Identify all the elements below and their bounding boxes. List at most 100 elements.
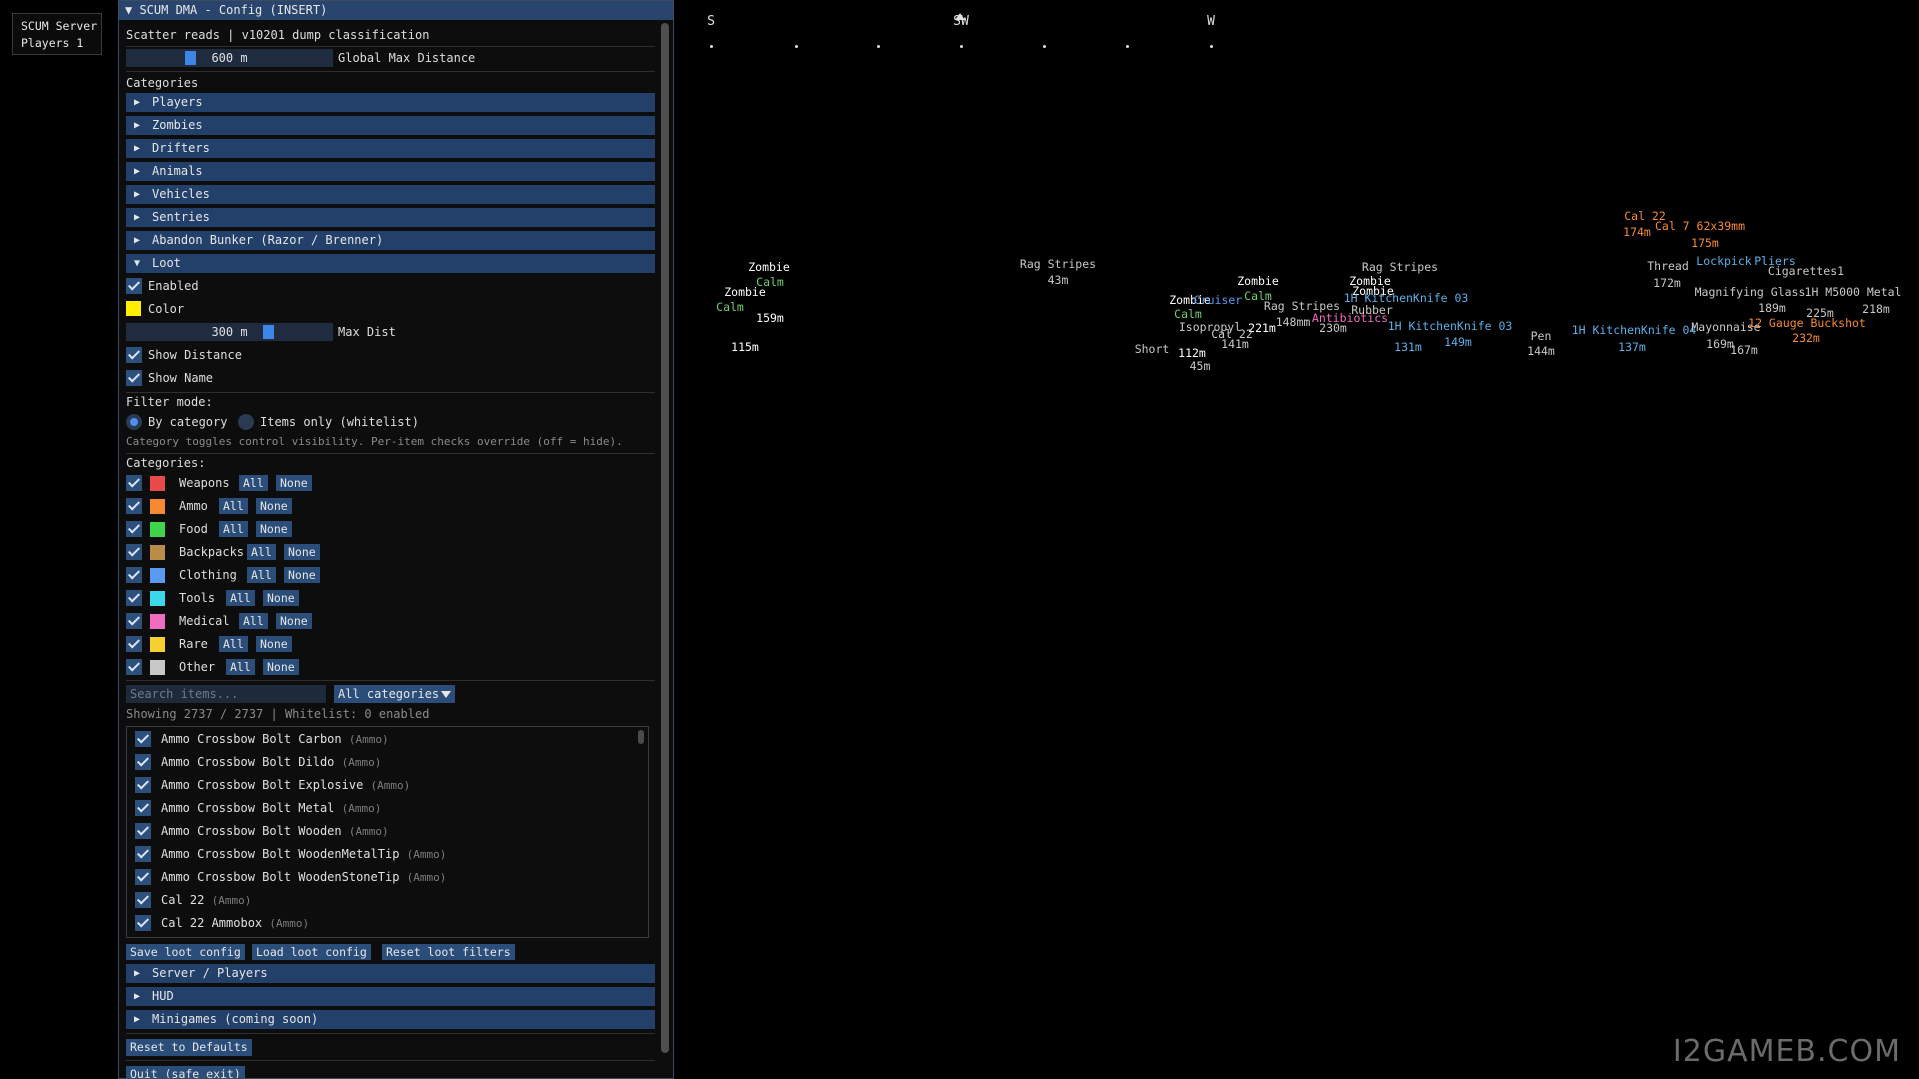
- list-item[interactable]: Ammo Crossbow Bolt Dildo (Ammo): [161, 752, 381, 772]
- category-color-swatch[interactable]: [150, 545, 165, 560]
- category-all-button[interactable]: All: [239, 475, 268, 491]
- category-none-button[interactable]: None: [256, 521, 292, 537]
- category-all-button[interactable]: All: [219, 636, 248, 652]
- category-ammo-checkbox[interactable]: [126, 498, 142, 514]
- reset-loot-filters-button[interactable]: Reset loot filters: [382, 944, 515, 960]
- config-window[interactable]: ▼ SCUM DMA - Config (INSERT) Scatter rea…: [118, 0, 674, 1079]
- list-scrollbar-thumb[interactable]: [638, 730, 644, 744]
- load-loot-config-button[interactable]: Load loot config: [252, 944, 371, 960]
- category-none-button[interactable]: None: [284, 567, 320, 583]
- category-weapons-checkbox[interactable]: [126, 475, 142, 491]
- list-item[interactable]: Ammo Crossbow Bolt Metal (Ammo): [161, 798, 381, 818]
- category-color-swatch[interactable]: [150, 522, 165, 537]
- category-tools-checkbox[interactable]: [126, 590, 142, 606]
- esp-label: Magnifying Glass: [1694, 285, 1806, 299]
- category-all-button[interactable]: All: [247, 567, 276, 583]
- item-checkbox[interactable]: [135, 846, 151, 862]
- filter-mode-label: Filter mode:: [126, 395, 213, 409]
- item-checkbox[interactable]: [135, 823, 151, 839]
- section-minigames[interactable]: ▶ Minigames (coming soon): [126, 1010, 655, 1029]
- enabled-checkbox[interactable]: [126, 278, 142, 294]
- item-name: Cal 22: [161, 893, 205, 907]
- list-item[interactable]: Cal 22 Ammobox (Ammo): [161, 913, 309, 933]
- item-checkbox[interactable]: [135, 731, 151, 747]
- show-name-checkbox[interactable]: [126, 370, 142, 386]
- category-all-button[interactable]: All: [239, 613, 268, 629]
- item-checkbox[interactable]: [135, 800, 151, 816]
- by-category-radio[interactable]: [126, 414, 142, 430]
- section-server-players[interactable]: ▶ Server / Players: [126, 964, 655, 983]
- esp-label: Zombie: [748, 260, 790, 274]
- category-filter-dropdown[interactable]: All categories: [334, 685, 455, 703]
- category-all-button[interactable]: All: [226, 590, 255, 606]
- expand-arrow-icon: ▶: [134, 97, 141, 108]
- list-item[interactable]: Ammo Crossbow Bolt Explosive (Ammo): [161, 775, 410, 795]
- item-checkbox[interactable]: [135, 869, 151, 885]
- section-zombies[interactable]: ▶ Zombies: [126, 116, 655, 135]
- window-title[interactable]: ▼ SCUM DMA - Config (INSERT): [119, 1, 673, 20]
- item-checkbox[interactable]: [135, 777, 151, 793]
- save-loot-config-button[interactable]: Save loot config: [126, 944, 245, 960]
- item-checkbox[interactable]: [135, 915, 151, 931]
- category-all-button[interactable]: All: [247, 544, 276, 560]
- section-animals[interactable]: ▶ Animals: [126, 162, 655, 181]
- list-item[interactable]: Ammo Crossbow Bolt WoodenMetalTip (Ammo): [161, 844, 446, 864]
- category-none-button[interactable]: None: [256, 636, 292, 652]
- category-other-checkbox[interactable]: [126, 659, 142, 675]
- section-loot[interactable]: ▼ Loot: [126, 254, 655, 273]
- category-rare-checkbox[interactable]: [126, 636, 142, 652]
- show-distance-checkbox[interactable]: [126, 347, 142, 363]
- category-color-swatch[interactable]: [150, 568, 165, 583]
- showing-count: Showing 2737 / 2737 | Whitelist: 0 enabl…: [126, 707, 430, 721]
- section-label: Loot: [152, 256, 181, 270]
- category-none-button[interactable]: None: [276, 613, 312, 629]
- category-backpacks-checkbox[interactable]: [126, 544, 142, 560]
- section-drifters[interactable]: ▶ Drifters: [126, 139, 655, 158]
- esp-label: 144m: [1527, 344, 1555, 358]
- list-item[interactable]: Ammo Crossbow Bolt WoodenStoneTip (Ammo): [161, 867, 446, 887]
- category-none-button[interactable]: None: [284, 544, 320, 560]
- items-only-radio[interactable]: [238, 414, 254, 430]
- item-category: (Ammo): [341, 756, 382, 769]
- category-color-swatch[interactable]: [150, 660, 165, 675]
- panel-scrollbar[interactable]: [661, 23, 669, 1053]
- section-players[interactable]: ▶ Players: [126, 93, 655, 112]
- category-color-swatch[interactable]: [150, 476, 165, 491]
- section-abandon-bunker[interactable]: ▶ Abandon Bunker (Razor / Brenner): [126, 231, 655, 250]
- category-color-swatch[interactable]: [150, 637, 165, 652]
- quit-button[interactable]: Quit (safe exit): [126, 1066, 245, 1078]
- item-checkbox[interactable]: [135, 892, 151, 908]
- item-list[interactable]: Ammo Crossbow Bolt Carbon (Ammo) Ammo Cro…: [126, 726, 649, 938]
- global-max-distance-slider[interactable]: 600 m: [126, 49, 333, 67]
- list-item[interactable]: Cal 22 (Ammo): [161, 890, 251, 910]
- category-none-button[interactable]: None: [263, 659, 299, 675]
- category-clothing-checkbox[interactable]: [126, 567, 142, 583]
- color-swatch[interactable]: [126, 301, 141, 316]
- loot-max-distance-slider[interactable]: 300 m: [126, 323, 333, 341]
- category-food-checkbox[interactable]: [126, 521, 142, 537]
- item-checkbox[interactable]: [135, 754, 151, 770]
- section-sentries[interactable]: ▶ Sentries: [126, 208, 655, 227]
- category-color-swatch[interactable]: [150, 591, 165, 606]
- category-medical-checkbox[interactable]: [126, 613, 142, 629]
- category-none-button[interactable]: None: [263, 590, 299, 606]
- esp-label: 137m: [1618, 340, 1646, 354]
- esp-label: Cal 7 62x39mm: [1654, 219, 1746, 233]
- category-color-swatch[interactable]: [150, 614, 165, 629]
- category-all-button[interactable]: All: [219, 521, 248, 537]
- list-item[interactable]: Ammo Crossbow Bolt Wooden (Ammo): [161, 821, 389, 841]
- esp-label: 43m: [1047, 273, 1069, 287]
- section-vehicles[interactable]: ▶ Vehicles: [126, 185, 655, 204]
- category-all-button[interactable]: All: [219, 498, 248, 514]
- scrollbar-thumb[interactable]: [661, 23, 669, 1053]
- reset-defaults-button[interactable]: Reset to Defaults: [126, 1039, 252, 1056]
- category-none-button[interactable]: None: [256, 498, 292, 514]
- category-none-button[interactable]: None: [276, 475, 312, 491]
- category-label: Food: [179, 522, 208, 536]
- category-color-swatch[interactable]: [150, 499, 165, 514]
- list-item[interactable]: Ammo Crossbow Bolt Carbon (Ammo): [161, 729, 389, 749]
- search-input[interactable]: Search items...: [126, 685, 326, 703]
- section-hud[interactable]: ▶ HUD: [126, 987, 655, 1006]
- category-all-button[interactable]: All: [226, 659, 255, 675]
- item-category: (Ammo): [211, 894, 252, 907]
